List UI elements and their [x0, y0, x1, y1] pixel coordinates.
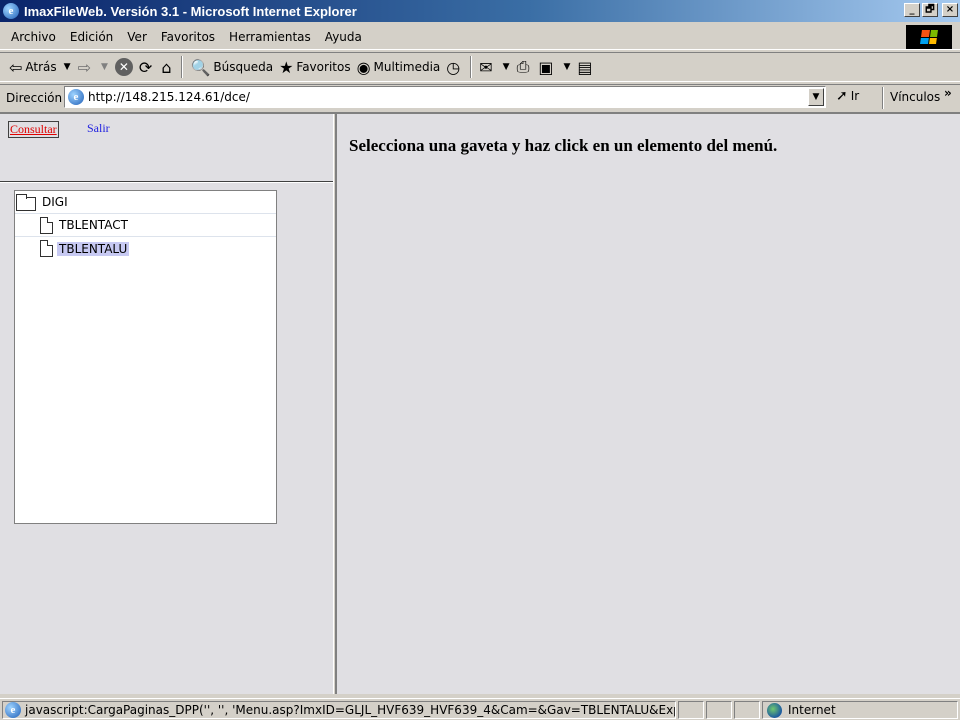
- window-title: ImaxFileWeb. Versión 3.1 - Microsoft Int…: [24, 3, 357, 19]
- word-edit-icon: ▣: [538, 57, 554, 77]
- back-dropdown-icon[interactable]: ▼: [64, 62, 71, 72]
- address-input[interactable]: e http://148.215.124.61/dce/ ▼: [64, 86, 826, 108]
- home-button[interactable]: ⌂: [158, 55, 177, 79]
- status-text: javascript:CargaPaginas_DPP('', '', 'Men…: [25, 703, 676, 717]
- forward-button[interactable]: ⇨: [75, 55, 97, 79]
- links-button[interactable]: Vínculos: [890, 90, 940, 104]
- title-bar: e ImaxFileWeb. Versión 3.1 - Microsoft I…: [0, 0, 960, 22]
- folder-icon: [16, 194, 36, 211]
- left-frame: Consultar Salir DIGI TBLENTACT TBLENTALU: [0, 114, 333, 694]
- forward-dropdown-icon[interactable]: ▼: [101, 62, 108, 72]
- print-icon: ⎙: [516, 57, 530, 76]
- window-controls: _ 🗗 ×: [902, 3, 958, 17]
- home-icon: ⌂: [161, 57, 172, 77]
- discuss-icon: ▤: [577, 57, 593, 77]
- multimedia-button[interactable]: ◉ Multimedia: [354, 55, 444, 79]
- multimedia-icon: ◉: [356, 57, 371, 77]
- ie-icon: e: [3, 3, 19, 19]
- menu-edicion[interactable]: Edición: [63, 30, 120, 44]
- back-button[interactable]: ⇦ Atrás: [6, 55, 60, 79]
- tree-item-tblentalu[interactable]: TBLENTALU: [15, 237, 276, 260]
- menu-ayuda[interactable]: Ayuda: [318, 30, 369, 44]
- toolbar-separator: [181, 56, 184, 78]
- menu-herramientas[interactable]: Herramientas: [222, 30, 318, 44]
- go-button[interactable]: ➚ Ir: [836, 88, 859, 104]
- toolbar-separator: [470, 56, 473, 78]
- address-label: Dirección: [6, 90, 63, 105]
- back-arrow-icon: ⇦: [9, 57, 23, 77]
- go-label: Ir: [850, 89, 860, 103]
- frame-separator: [0, 181, 333, 183]
- ie-page-icon: e: [5, 702, 21, 718]
- edit-dropdown-icon[interactable]: ▼: [564, 62, 571, 72]
- address-dropdown-icon[interactable]: ▼: [808, 88, 824, 106]
- menu-ver[interactable]: Ver: [120, 30, 154, 44]
- search-icon: 🔍: [190, 57, 211, 77]
- refresh-button[interactable]: ⟳: [136, 55, 158, 79]
- print-button[interactable]: ⎙: [514, 55, 536, 79]
- mail-icon: ✉: [479, 57, 493, 77]
- stop-button[interactable]: ✕: [112, 55, 136, 79]
- page-icon: e: [68, 89, 84, 105]
- edit-button[interactable]: ▣: [535, 55, 559, 79]
- refresh-icon: ⟳: [138, 57, 153, 77]
- mail-dropdown-icon[interactable]: ▼: [503, 62, 510, 72]
- minimize-button[interactable]: _: [904, 3, 920, 17]
- standard-toolbar: ⇦ Atrás ▼ ⇨ ▼ ✕ ⟳ ⌂ 🔍 Búsqueda ★ Favorit…: [0, 52, 960, 82]
- security-zone: Internet: [762, 701, 958, 719]
- favorites-label: Favoritos: [296, 60, 351, 74]
- tree-item-digi[interactable]: DIGI: [15, 191, 276, 214]
- chevron-right-icon[interactable]: »: [944, 86, 952, 100]
- stop-icon: ✕: [114, 58, 133, 76]
- zone-label: Internet: [788, 703, 836, 717]
- status-cell: [706, 701, 732, 719]
- windows-flag-icon: [920, 30, 938, 44]
- tree-item-label: TBLENTACT: [59, 218, 128, 232]
- document-icon: [40, 240, 53, 257]
- tree-item-label: TBLENTALU: [57, 241, 130, 256]
- favorites-icon: ★: [279, 57, 294, 77]
- history-icon: ◷: [446, 57, 461, 77]
- tree-item-tblentact[interactable]: TBLENTACT: [15, 214, 276, 237]
- salir-link[interactable]: Salir: [87, 121, 110, 136]
- browser-content: Consultar Salir DIGI TBLENTACT TBLENTALU…: [0, 112, 960, 694]
- status-cell: [734, 701, 760, 719]
- discuss-button[interactable]: ▤: [574, 55, 598, 79]
- address-url[interactable]: http://148.215.124.61/dce/: [88, 90, 250, 104]
- address-bar: Dirección e http://148.215.124.61/dce/ ▼…: [0, 84, 960, 110]
- status-bar: e javascript:CargaPaginas_DPP('', '', 'M…: [0, 698, 960, 720]
- right-frame: Selecciona una gaveta y haz click en un …: [337, 114, 960, 694]
- forward-arrow-icon: ⇨: [77, 57, 91, 77]
- maximize-button[interactable]: 🗗: [922, 3, 938, 17]
- mail-button[interactable]: ✉: [476, 55, 498, 79]
- multimedia-label: Multimedia: [373, 60, 441, 74]
- search-label: Búsqueda: [213, 60, 274, 74]
- go-arrow-icon: ➚: [836, 88, 848, 104]
- consultar-link[interactable]: Consultar: [8, 121, 59, 138]
- status-main-pane: e javascript:CargaPaginas_DPP('', '', 'M…: [2, 701, 676, 719]
- history-button[interactable]: ◷: [443, 55, 466, 79]
- menu-archivo[interactable]: Archivo: [4, 30, 63, 44]
- search-button[interactable]: 🔍 Búsqueda: [187, 55, 276, 79]
- tree-item-label: DIGI: [42, 195, 68, 209]
- links-separator: [882, 87, 884, 109]
- status-cell: [678, 701, 704, 719]
- back-label: Atrás: [25, 60, 57, 74]
- document-icon: [40, 216, 53, 234]
- close-button[interactable]: ×: [942, 3, 958, 17]
- globe-icon: [767, 702, 782, 718]
- windows-logo: [906, 25, 952, 49]
- instruction-message: Selecciona una gaveta y haz click en un …: [349, 136, 778, 155]
- favorites-button[interactable]: ★ Favoritos: [276, 55, 354, 79]
- menu-favoritos[interactable]: Favoritos: [154, 30, 222, 44]
- menu-bar: Archivo Edición Ver Favoritos Herramient…: [0, 24, 960, 50]
- drawer-tree: DIGI TBLENTACT TBLENTALU: [14, 190, 277, 524]
